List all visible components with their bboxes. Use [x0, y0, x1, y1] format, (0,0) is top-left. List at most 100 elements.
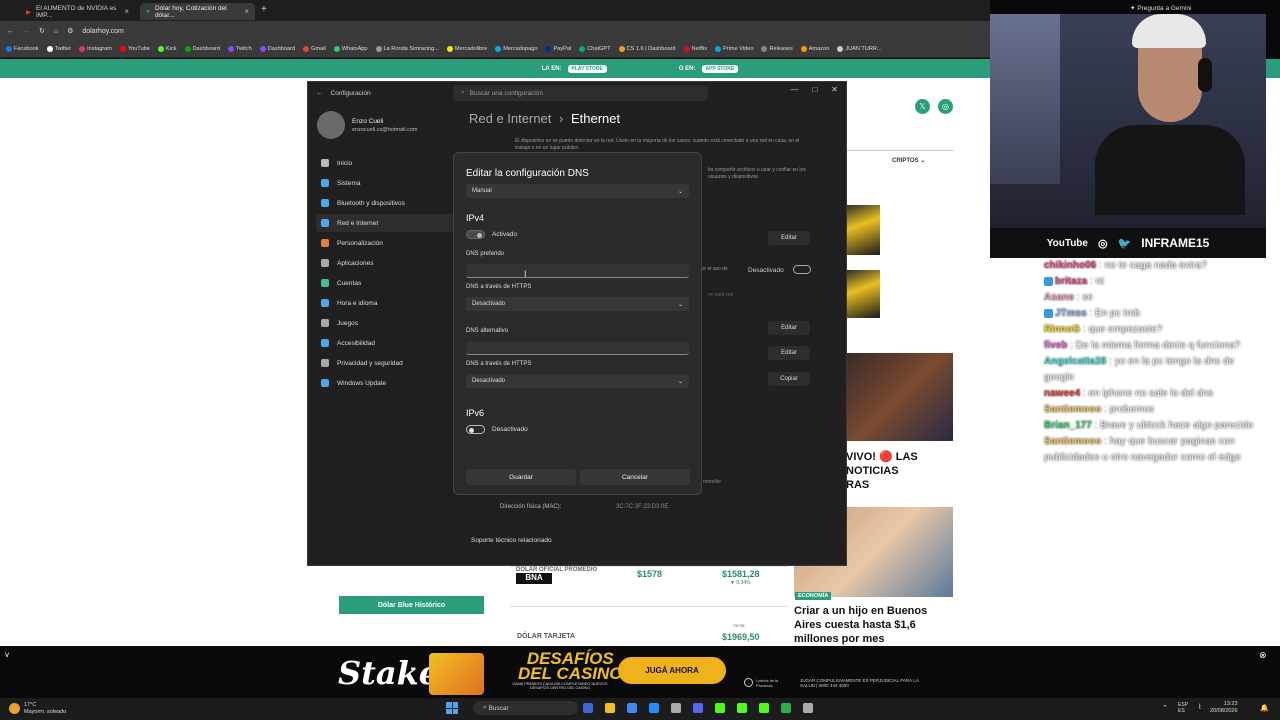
chat-username[interactable]: Brian_177: [1044, 420, 1092, 431]
close-icon[interactable]: ×: [244, 7, 249, 16]
app-icon[interactable]: [671, 703, 681, 713]
bookmark-item[interactable]: Mercadolibre: [446, 46, 487, 52]
play-store-badge[interactable]: PLAY STORE: [567, 64, 607, 73]
close-icon[interactable]: ×: [124, 7, 129, 16]
bookmark-item[interactable]: WhatsApp: [333, 46, 368, 52]
chat-username[interactable]: fiveb: [1044, 340, 1067, 351]
chevron-down-icon[interactable]: v: [5, 650, 9, 659]
breadcrumb-parent[interactable]: Red e Internet: [469, 111, 551, 126]
sidebar-item-bluetooth-y-dispositivos[interactable]: Bluetooth y dispositivos: [316, 194, 456, 212]
back-icon[interactable]: ←: [7, 28, 14, 35]
tray-chevron-icon[interactable]: ⌃: [1162, 704, 1168, 712]
avatar[interactable]: [317, 111, 345, 139]
sidebar-item-sistema[interactable]: Sistema: [316, 174, 456, 192]
gemini-button[interactable]: ✦ Pregunta a Gemini: [1130, 4, 1191, 12]
x-icon[interactable]: 𝕏: [915, 99, 930, 114]
chat-username[interactable]: RinnoG: [1044, 324, 1080, 335]
copy-button[interactable]: Copiar: [768, 372, 810, 386]
close-icon[interactable]: ✕: [831, 85, 838, 94]
maximize-icon[interactable]: □: [812, 85, 817, 94]
settings-icon[interactable]: [803, 703, 813, 713]
bookmark-item[interactable]: Releases: [761, 46, 793, 52]
bookmark-item[interactable]: Amazon: [800, 46, 829, 52]
home-icon[interactable]: ⌂: [54, 28, 58, 35]
bookmark-item[interactable]: Mercadopago: [495, 46, 537, 52]
chat-username[interactable]: JTmss: [1055, 308, 1087, 319]
tab-dolarhoy[interactable]: ● Dólar hoy, Cotización del dólar... ×: [140, 3, 255, 20]
app-store-badge[interactable]: APP STORE: [701, 64, 739, 73]
close-icon[interactable]: ⊗: [1259, 650, 1267, 661]
sidebar-item-windows-update[interactable]: Windows Update: [316, 374, 456, 392]
chat-username[interactable]: britaza: [1055, 276, 1087, 287]
sidebar-item-personalizaci-n[interactable]: Personalización: [316, 234, 456, 252]
cancel-button[interactable]: Cancelar: [580, 469, 690, 485]
reload-icon[interactable]: ↻: [39, 27, 45, 35]
site-settings-icon[interactable]: ⚙: [67, 27, 73, 35]
kick-icon[interactable]: [737, 703, 747, 713]
chat-username[interactable]: Santiemooo: [1044, 404, 1101, 415]
bookmark-item[interactable]: La Ronda Simracing...: [375, 46, 439, 52]
new-tab-button[interactable]: +: [261, 4, 267, 15]
edit-button[interactable]: Editar: [768, 231, 810, 245]
chat-username[interactable]: nawee4: [1044, 388, 1080, 399]
sidebar-item-juegos[interactable]: Juegos: [316, 314, 456, 332]
chat-username[interactable]: Asane: [1044, 292, 1074, 303]
save-button[interactable]: Guardar: [466, 469, 576, 485]
edit-button[interactable]: Editar: [768, 346, 810, 360]
windows-start-icon[interactable]: [446, 702, 458, 714]
bookmark-item[interactable]: JUAN TURR...: [837, 46, 882, 52]
bookmark-item[interactable]: PayPal: [545, 46, 571, 52]
chat-username[interactable]: Santiemooo: [1044, 436, 1101, 447]
nav-criptos[interactable]: CRIPTOS ⌄: [892, 157, 925, 164]
dolar-blue-historico-button[interactable]: Dólar Blue Histórico: [339, 596, 484, 614]
sidebar-item-red-e-internet[interactable]: Red e Internet: [316, 214, 456, 232]
dns-https-select[interactable]: Desactivado ⌄: [466, 297, 689, 311]
bookmark-item[interactable]: Kick: [157, 46, 177, 52]
bookmark-item[interactable]: CS 1.6 | Dashboard: [618, 46, 676, 52]
dns-alternate-input[interactable]: [466, 341, 689, 355]
kick-icon[interactable]: [715, 703, 725, 713]
back-icon[interactable]: ←: [316, 90, 323, 97]
sidebar-item-inicio[interactable]: Inicio: [316, 154, 456, 172]
bookmark-item[interactable]: YouTube: [119, 46, 150, 52]
weather-widget[interactable]: 17°C Mayorm. soleado: [24, 702, 66, 715]
clock[interactable]: 13:23 20/08/2026: [1210, 701, 1238, 714]
ipv4-toggle[interactable]: [466, 230, 485, 239]
minimize-icon[interactable]: —: [790, 85, 798, 94]
steam-icon[interactable]: [649, 703, 659, 713]
sidebar-item-hora-e-idioma[interactable]: Hora e idioma: [316, 294, 456, 312]
bookmark-item[interactable]: Twitter: [46, 46, 71, 52]
ipv6-toggle[interactable]: [466, 425, 485, 434]
dns-preferred-input[interactable]: [466, 264, 689, 278]
bookmark-item[interactable]: Dashboard: [259, 46, 295, 52]
url-field[interactable]: dolarhoy.com: [82, 28, 124, 35]
bookmark-item[interactable]: Dashboard: [184, 46, 220, 52]
bookmark-item[interactable]: ChatGPT: [579, 46, 611, 52]
task-view-icon[interactable]: [583, 703, 593, 713]
sidebar-item-aplicaciones[interactable]: Aplicaciones: [316, 254, 456, 272]
juga-ahora-button[interactable]: JUGÁ AHORA: [618, 657, 726, 684]
chrome-icon[interactable]: [627, 703, 637, 713]
bookmark-item[interactable]: Instagram: [79, 46, 112, 52]
metered-toggle[interactable]: [793, 265, 811, 274]
bookmark-item[interactable]: Gmail: [303, 46, 326, 52]
chat-username[interactable]: chikinho06: [1044, 260, 1096, 271]
bookmark-item[interactable]: Facebook: [6, 46, 39, 52]
dns-mode-select[interactable]: Manual ⌄: [466, 184, 689, 198]
bookmark-item[interactable]: Netflix: [683, 46, 707, 52]
xbox-icon[interactable]: [781, 703, 791, 713]
taskbar-search[interactable]: ⌕ Buscar: [473, 701, 578, 715]
forward-icon[interactable]: →: [23, 28, 30, 35]
settings-search-input[interactable]: ⌕ Buscar una configuración: [453, 85, 708, 101]
bookmark-item[interactable]: Prime Video: [715, 46, 753, 52]
bookmark-item[interactable]: Twitch: [227, 46, 252, 52]
sidebar-item-privacidad-y-seguridad[interactable]: Privacidad y seguridad: [316, 354, 456, 372]
notification-icon[interactable]: 🔔: [1260, 704, 1269, 712]
sidebar-item-cuentas[interactable]: Cuentas: [316, 274, 456, 292]
news-thumbnail[interactable]: [846, 353, 953, 441]
news-headline[interactable]: VIVO! 🔴 LAS NOTICIAS RAS: [846, 450, 918, 492]
wifi-icon[interactable]: ⌇: [1198, 703, 1201, 711]
dns-https-select-alt[interactable]: Desactivado ⌄: [466, 374, 689, 388]
file-explorer-icon[interactable]: [605, 703, 615, 713]
tab-nvidia[interactable]: ▶ El AUMENTO de NVIDIA es IMP... ×: [20, 3, 135, 20]
